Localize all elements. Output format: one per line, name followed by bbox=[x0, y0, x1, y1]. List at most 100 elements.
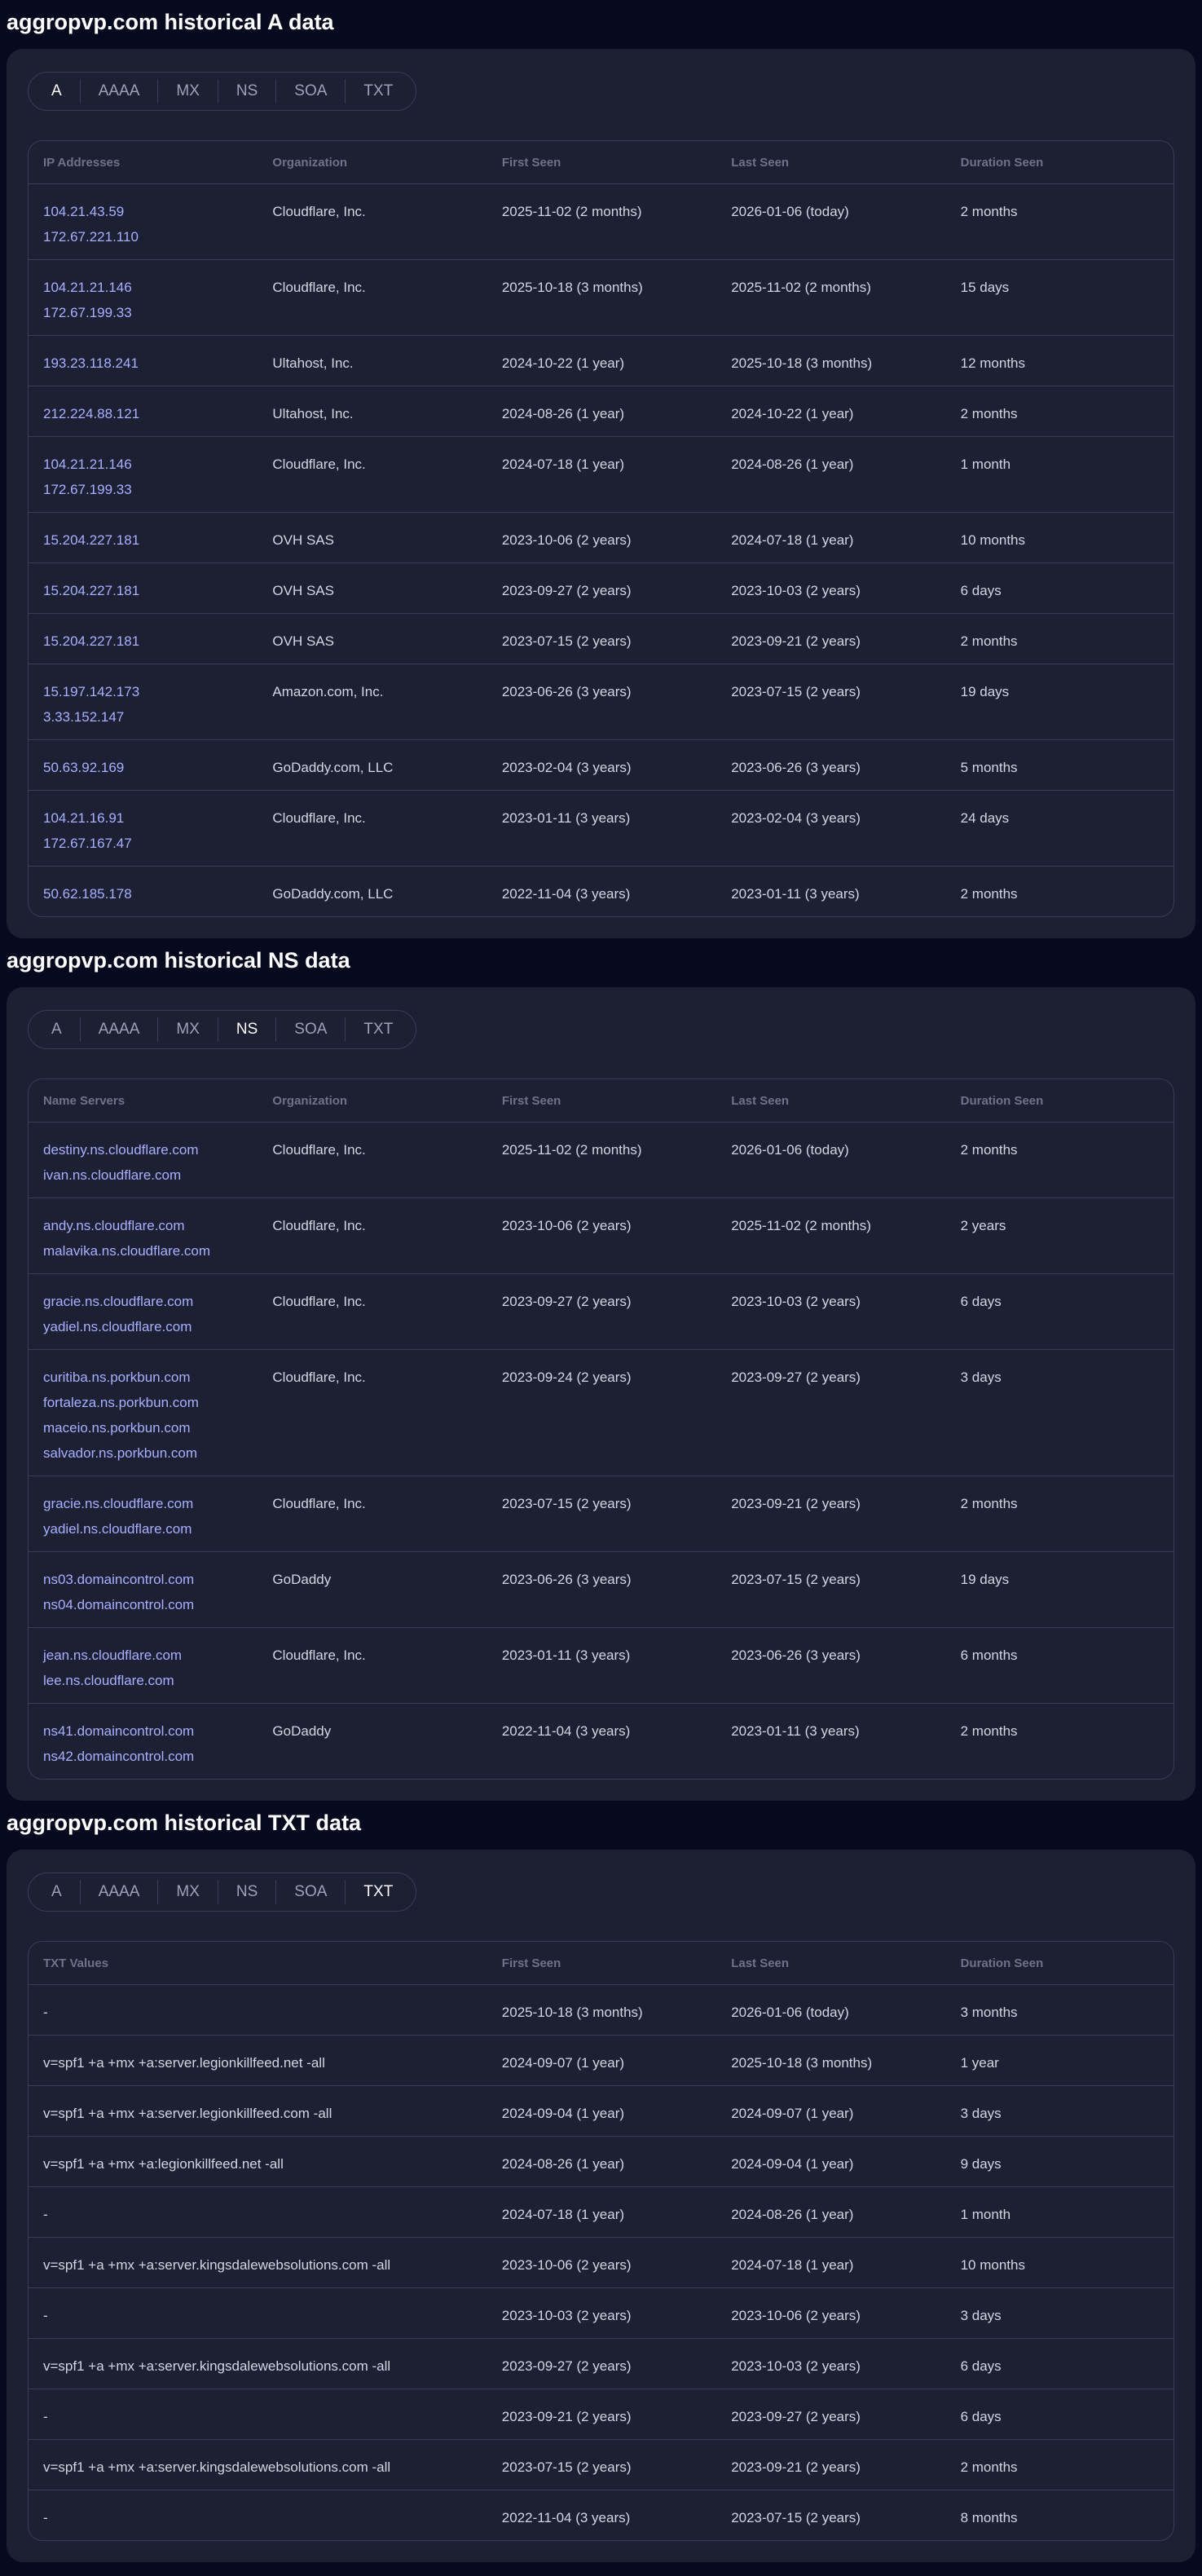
column-header: First Seen bbox=[501, 1956, 561, 1970]
record-value-link[interactable]: ns03.domaincontrol.com bbox=[43, 1567, 258, 1592]
records-card: A AAAA MX NS SOA TXT IP Addresses Organization F… bbox=[7, 49, 1195, 938]
table-row: 104.21.21.146 172.67.199.33 Cloudflare, In… bbox=[29, 259, 1173, 335]
tab-txt[interactable]: TXT bbox=[345, 79, 411, 104]
record-values-cell: andy.ns.cloudflare.com malavika.ns.cloudf… bbox=[29, 1198, 258, 1273]
tab-soa[interactable]: SOA bbox=[275, 1880, 345, 1904]
record-value-link[interactable]: 172.67.167.47 bbox=[43, 831, 258, 856]
organization-cell: Ultahost, Inc. bbox=[272, 355, 354, 371]
record-value-link[interactable]: ns42.domaincontrol.com bbox=[43, 1744, 258, 1769]
section-title: aggropvp.com historical A data bbox=[7, 10, 334, 34]
tab-a[interactable]: A bbox=[33, 1880, 80, 1904]
record-value-link[interactable]: 50.62.185.178 bbox=[43, 881, 258, 906]
record-values-cell: gracie.ns.cloudflare.com yadiel.ns.cloudf… bbox=[29, 1274, 258, 1349]
duration-cell: 2 months bbox=[960, 1723, 1018, 1739]
tab-a[interactable]: A bbox=[33, 1017, 80, 1042]
column-header: Duration Seen bbox=[960, 1093, 1044, 1108]
record-values-cell: 15.197.142.173 3.33.152.147 bbox=[29, 664, 258, 739]
tab-mx[interactable]: MX bbox=[157, 1017, 218, 1042]
record-value-link[interactable]: malavika.ns.cloudflare.com bbox=[43, 1238, 258, 1264]
tab-soa[interactable]: SOA bbox=[275, 1017, 345, 1042]
record-value-link[interactable]: gracie.ns.cloudflare.com bbox=[43, 1491, 258, 1516]
first-seen-cell: 2023-07-15 (2 years) bbox=[501, 1496, 632, 1511]
last-seen-cell: 2023-09-21 (2 years) bbox=[731, 1496, 861, 1511]
record-value-link[interactable]: 15.204.227.181 bbox=[43, 629, 258, 654]
record-value-link[interactable]: 15.204.227.181 bbox=[43, 527, 258, 553]
tab-mx[interactable]: MX bbox=[157, 1880, 218, 1904]
record-value-link[interactable]: 104.21.21.146 bbox=[43, 275, 258, 300]
last-seen-cell: 2023-07-15 (2 years) bbox=[731, 684, 861, 699]
table-row: 104.21.43.59 172.67.221.110 Cloudflare, In… bbox=[29, 183, 1173, 259]
organization-cell: Ultahost, Inc. bbox=[272, 406, 354, 421]
first-seen-cell: 2023-01-11 (3 years) bbox=[501, 1647, 631, 1663]
tab-aaaa[interactable]: AAAA bbox=[79, 1017, 158, 1042]
last-seen-cell: 2023-10-06 (2 years) bbox=[731, 2308, 861, 2323]
duration-cell: 24 days bbox=[960, 810, 1010, 826]
record-value-link[interactable]: 172.67.199.33 bbox=[43, 300, 258, 325]
tab-aaaa[interactable]: AAAA bbox=[79, 1880, 158, 1904]
tab-soa[interactable]: SOA bbox=[275, 79, 345, 104]
last-seen-cell: 2023-10-03 (2 years) bbox=[731, 583, 861, 598]
duration-cell: 2 months bbox=[960, 633, 1018, 649]
txt-value-cell: v=spf1 +a +mx +a:server.legionkillfeed.c… bbox=[43, 2106, 332, 2121]
record-value-link[interactable]: 172.67.221.110 bbox=[43, 224, 258, 249]
tab-a[interactable]: A bbox=[33, 79, 80, 104]
record-value-link[interactable]: curitiba.ns.porkbun.com bbox=[43, 1365, 258, 1390]
column-header: Organization bbox=[272, 155, 348, 170]
record-values-cell: 50.63.92.169 bbox=[29, 740, 258, 790]
record-value-link[interactable]: 3.33.152.147 bbox=[43, 704, 258, 730]
record-value-link[interactable]: gracie.ns.cloudflare.com bbox=[43, 1289, 258, 1314]
tab-ns[interactable]: NS bbox=[217, 1017, 275, 1042]
record-value-link[interactable]: ivan.ns.cloudflare.com bbox=[43, 1162, 258, 1188]
record-value-link[interactable]: yadiel.ns.cloudflare.com bbox=[43, 1516, 258, 1542]
record-value-link[interactable]: lee.ns.cloudflare.com bbox=[43, 1668, 258, 1693]
record-value-link[interactable]: 104.21.16.91 bbox=[43, 805, 258, 831]
record-values-cell: destiny.ns.cloudflare.com ivan.ns.cloudfl… bbox=[29, 1123, 258, 1198]
tab-ns[interactable]: NS bbox=[217, 79, 275, 104]
record-value-link[interactable]: 104.21.43.59 bbox=[43, 199, 258, 224]
record-value-link[interactable]: andy.ns.cloudflare.com bbox=[43, 1213, 258, 1238]
record-value-link[interactable]: ns41.domaincontrol.com bbox=[43, 1718, 258, 1744]
duration-cell: 6 days bbox=[960, 2358, 1002, 2374]
records-card: A AAAA MX NS SOA TXT TXT Values First Seen Last … bbox=[7, 1850, 1195, 2562]
record-values-cell: 212.224.88.121 bbox=[29, 386, 258, 436]
record-value-link[interactable]: 172.67.199.33 bbox=[43, 477, 258, 502]
first-seen-cell: 2023-07-15 (2 years) bbox=[501, 633, 632, 649]
record-value-link[interactable]: fortaleza.ns.porkbun.com bbox=[43, 1390, 258, 1415]
record-value-link[interactable]: 15.197.142.173 bbox=[43, 679, 258, 704]
organization-cell: Amazon.com, Inc. bbox=[272, 684, 384, 699]
record-values-cell: jean.ns.cloudflare.com lee.ns.cloudflare.… bbox=[29, 1628, 258, 1703]
record-value-link[interactable]: 50.63.92.169 bbox=[43, 755, 258, 780]
first-seen-cell: 2023-06-26 (3 years) bbox=[501, 1572, 632, 1587]
organization-cell: GoDaddy bbox=[272, 1572, 332, 1587]
duration-cell: 2 months bbox=[960, 1496, 1018, 1511]
duration-cell: 6 days bbox=[960, 583, 1002, 598]
tab-ns[interactable]: NS bbox=[217, 1880, 275, 1904]
txt-value-cell: - bbox=[43, 2308, 48, 2323]
table-row: v=spf1 +a +mx +a:server.kingsdalewebsolu… bbox=[29, 2237, 1173, 2287]
record-value-link[interactable]: maceio.ns.porkbun.com bbox=[43, 1415, 258, 1440]
tab-txt[interactable]: TXT bbox=[345, 1017, 411, 1042]
last-seen-cell: 2023-09-21 (2 years) bbox=[731, 633, 861, 649]
record-value-link[interactable]: 15.204.227.181 bbox=[43, 578, 258, 603]
last-seen-cell: 2026-01-06 (today) bbox=[731, 204, 849, 219]
duration-cell: 8 months bbox=[960, 2510, 1018, 2525]
record-value-link[interactable]: jean.ns.cloudflare.com bbox=[43, 1643, 258, 1668]
tab-txt[interactable]: TXT bbox=[345, 1880, 411, 1904]
record-value-link[interactable]: 212.224.88.121 bbox=[43, 401, 258, 426]
record-value-link[interactable]: ns04.domaincontrol.com bbox=[43, 1592, 258, 1617]
duration-cell: 19 days bbox=[960, 1572, 1010, 1587]
tab-aaaa[interactable]: AAAA bbox=[79, 79, 158, 104]
record-values-cell: ns03.domaincontrol.com ns04.domaincontrol… bbox=[29, 1552, 258, 1627]
section-title: aggropvp.com historical TXT data bbox=[7, 1811, 362, 1835]
record-value-link[interactable]: salvador.ns.porkbun.com bbox=[43, 1440, 258, 1466]
table-row: curitiba.ns.porkbun.com fortaleza.ns.pork… bbox=[29, 1349, 1173, 1475]
column-header: First Seen bbox=[501, 1093, 561, 1108]
record-values-cell: 15.204.227.181 bbox=[29, 614, 258, 664]
first-seen-cell: 2023-09-24 (2 years) bbox=[501, 1370, 632, 1385]
record-value-link[interactable]: yadiel.ns.cloudflare.com bbox=[43, 1314, 258, 1339]
record-value-link[interactable]: 193.23.118.241 bbox=[43, 351, 258, 376]
record-value-link[interactable]: 104.21.21.146 bbox=[43, 452, 258, 477]
table-row: - 2023-10-03 (2 years) 2023-10-06 (2 years… bbox=[29, 2287, 1173, 2338]
tab-mx[interactable]: MX bbox=[157, 79, 218, 104]
record-value-link[interactable]: destiny.ns.cloudflare.com bbox=[43, 1137, 258, 1162]
